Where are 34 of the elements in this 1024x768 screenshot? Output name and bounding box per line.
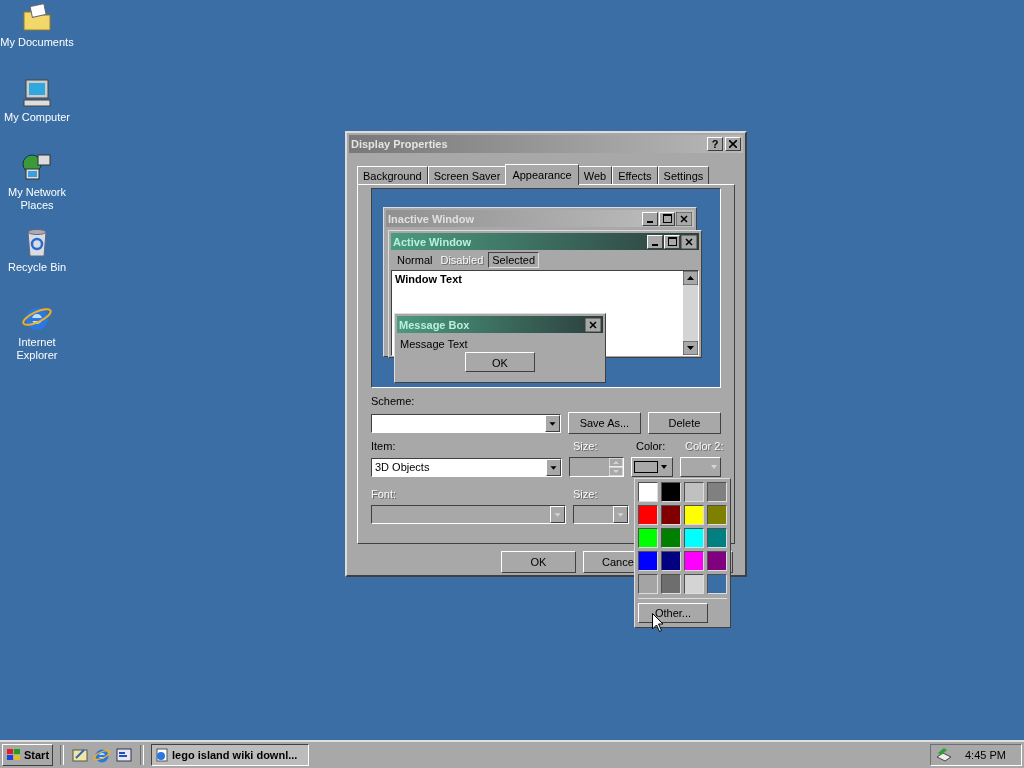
tab[interactable]: Effects [612,166,658,184]
scheme-button[interactable]: Save As... [567,412,641,434]
field-label: Scheme: [371,394,416,408]
start-button[interactable]: Start [2,744,54,766]
scheme-button[interactable]: Delete [647,412,721,434]
field-label: Color 2: [685,439,725,453]
tab[interactable]: Appearance [505,164,579,185]
clock: 4:45 PM [965,749,1006,761]
field-label: Item: [371,439,397,453]
dialog-button[interactable]: OK [501,551,576,573]
message-text: Message Text [399,337,469,352]
window-text: Window Text [394,272,463,287]
desktop-icon-label[interactable]: Internet Explorer [0,336,74,362]
tab[interactable]: Background [357,166,428,184]
field-label: Font: [371,487,398,501]
window-title: Inactive Window [388,212,476,225]
tab[interactable]: Web [577,166,613,184]
desktop-icon-label[interactable]: My Documents [0,36,74,49]
desktop-icon-label[interactable]: My Network Places [0,186,74,212]
item-dropdown[interactable]: 3D Objects [371,457,563,477]
window-title: Active Window [393,235,473,248]
tab[interactable]: Screen Saver [427,166,507,184]
tab[interactable]: Settings [657,166,710,184]
other-button[interactable]: Other... [638,603,708,623]
desktop-icon-label[interactable]: Recycle Bin [0,261,74,274]
menu-item: Disabled [439,253,485,267]
window-title: Display Properties [351,138,449,150]
field-label: Size: [573,487,599,501]
dropdown-value: 3D Objects [374,459,431,475]
window-title: Message Box [399,318,471,331]
field-label: Color: [636,439,667,453]
desktop-icon-label[interactable]: My Computer [0,111,74,124]
field-label: Size: [573,439,599,453]
taskbar-button[interactable]: lego island wiki downl... [151,744,310,766]
